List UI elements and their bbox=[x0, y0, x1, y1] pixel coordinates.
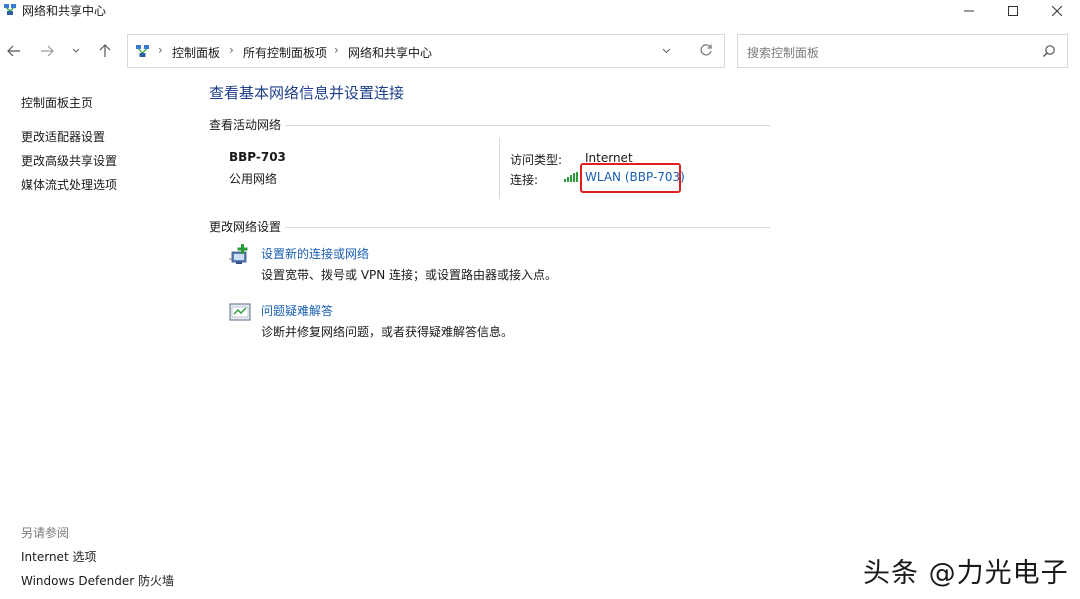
see-also-label: 另请参阅 bbox=[21, 526, 70, 540]
breadcrumb-control-panel[interactable]: 控制面板 bbox=[172, 44, 220, 61]
address-dropdown-icon[interactable] bbox=[662, 44, 671, 57]
search-icon[interactable] bbox=[1042, 44, 1056, 61]
arrow-up-icon bbox=[99, 44, 111, 57]
troubleshoot-icon bbox=[229, 303, 251, 321]
arrow-right-icon bbox=[41, 45, 54, 57]
network-name: BBP-703 bbox=[229, 150, 286, 164]
address-bar[interactable]: › 控制面板 › 所有控制面板项 › 网络和共享中心 bbox=[127, 34, 725, 68]
up-button[interactable] bbox=[95, 40, 115, 62]
section-divider bbox=[285, 227, 770, 228]
breadcrumb-all-items[interactable]: 所有控制面板项 bbox=[243, 44, 327, 61]
maximize-icon bbox=[1008, 6, 1018, 16]
arrow-left-icon bbox=[7, 45, 20, 57]
change-settings-heading: 更改网络设置 bbox=[209, 220, 282, 234]
wlan-connection-text[interactable]: WLAN (BBP-703) bbox=[585, 170, 685, 184]
breadcrumb-separator-icon: › bbox=[158, 43, 163, 57]
minimize-button[interactable] bbox=[946, 0, 992, 22]
watermark-text: 头条 @力光电子 bbox=[863, 558, 1069, 589]
wlan-connection-link[interactable]: WLAN (BBP-703) bbox=[580, 163, 685, 193]
breadcrumb-separator-icon: › bbox=[334, 43, 339, 57]
search-input[interactable]: 搜索控制面板 bbox=[737, 34, 1068, 68]
back-button[interactable] bbox=[4, 40, 24, 62]
new-connection-icon bbox=[229, 244, 248, 264]
access-type-label: 访问类型: bbox=[510, 153, 563, 167]
setup-connection-description: 设置宽带、拨号或 VPN 连接；或设置路由器或接入点。 bbox=[261, 268, 558, 282]
network-category: 公用网络 bbox=[229, 172, 278, 186]
chevron-down-icon bbox=[72, 48, 80, 53]
left-link-media-streaming[interactable]: 媒体流式处理选项 bbox=[21, 176, 117, 193]
window-title: 网络和共享中心 bbox=[22, 4, 107, 18]
troubleshoot-description: 诊断并修复网络问题，或者获得疑难解答信息。 bbox=[261, 325, 514, 339]
active-networks-heading: 查看活动网络 bbox=[209, 118, 282, 132]
refresh-icon[interactable] bbox=[699, 43, 713, 60]
breadcrumb-separator-icon: › bbox=[229, 43, 234, 57]
network-center-icon bbox=[4, 4, 16, 15]
search-placeholder: 搜索控制面板 bbox=[747, 46, 820, 60]
network-divider bbox=[499, 138, 500, 199]
section-divider bbox=[285, 125, 770, 126]
left-link-adapter-settings[interactable]: 更改适配器设置 bbox=[21, 128, 105, 145]
setup-connection-link[interactable]: 设置新的连接或网络 bbox=[261, 245, 369, 262]
title-bar: 网络和共享中心 bbox=[0, 0, 1080, 22]
minimize-icon bbox=[964, 10, 974, 12]
connection-label: 连接: bbox=[510, 173, 539, 187]
left-link-control-panel-home[interactable]: 控制面板主页 bbox=[21, 94, 93, 111]
control-panel-icon bbox=[136, 45, 149, 57]
see-also-firewall[interactable]: Windows Defender 防火墙 bbox=[21, 572, 174, 589]
see-also-internet-options[interactable]: Internet 选项 bbox=[21, 548, 96, 565]
maximize-button[interactable] bbox=[990, 0, 1036, 22]
wifi-signal-icon bbox=[564, 172, 578, 182]
breadcrumb-network-center[interactable]: 网络和共享中心 bbox=[348, 44, 432, 61]
page-title: 查看基本网络信息并设置连接 bbox=[209, 84, 405, 102]
left-link-advanced-sharing[interactable]: 更改高级共享设置 bbox=[21, 152, 117, 169]
close-button[interactable] bbox=[1034, 0, 1080, 22]
troubleshoot-link[interactable]: 问题疑难解答 bbox=[261, 302, 333, 319]
close-icon bbox=[1052, 6, 1062, 16]
recent-locations-button[interactable] bbox=[68, 40, 84, 62]
forward-button[interactable] bbox=[37, 40, 57, 62]
